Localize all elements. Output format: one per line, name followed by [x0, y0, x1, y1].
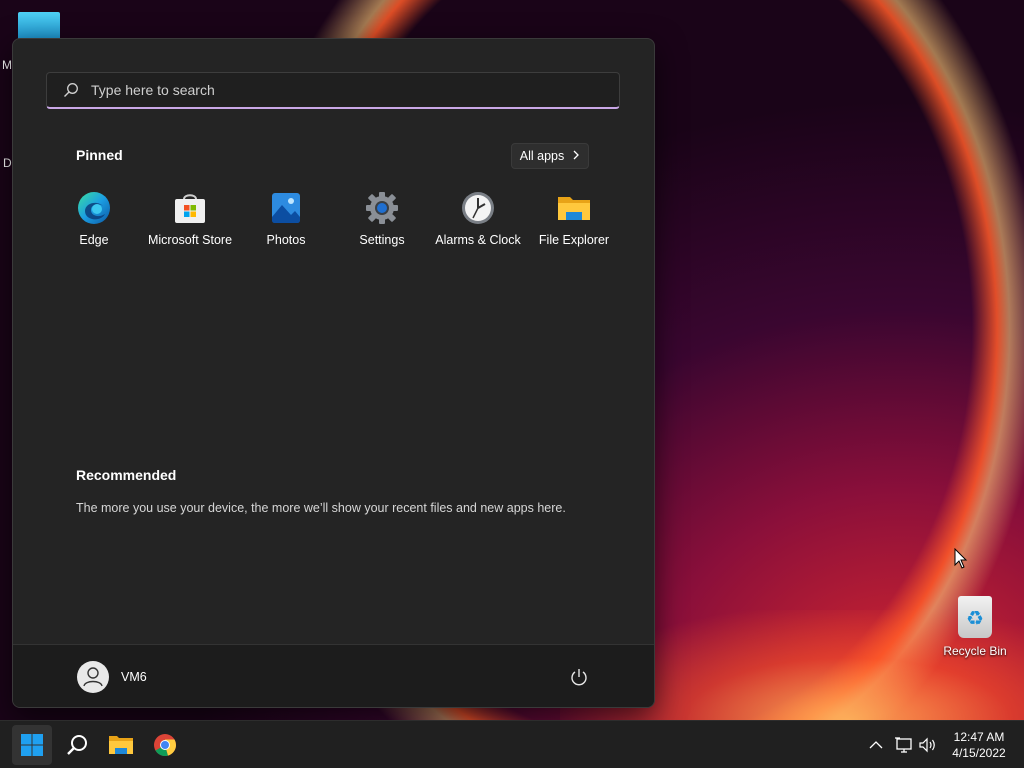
- search-icon: [67, 735, 87, 755]
- pinned-app-label: File Explorer: [538, 233, 610, 247]
- search-icon: [63, 82, 79, 98]
- pinned-app-label: Microsoft Store: [147, 233, 233, 247]
- user-name[interactable]: VM6: [121, 670, 147, 684]
- recycle-bin-shortcut[interactable]: Recycle Bin: [940, 596, 1010, 658]
- pinned-app-label: Settings: [359, 233, 405, 247]
- recycle-bin-label: Recycle Bin: [943, 644, 1007, 658]
- edge-icon: [77, 191, 111, 225]
- desktop-icon-partial[interactable]: [18, 12, 60, 40]
- start-button[interactable]: [12, 725, 52, 765]
- start-menu: Pinned All apps Edge: [12, 38, 655, 708]
- taskbar-chrome[interactable]: [145, 725, 185, 765]
- taskbar-clock[interactable]: 12:47 AM 4/15/2022: [940, 729, 1018, 761]
- all-apps-label: All apps: [519, 149, 565, 163]
- store-icon: [173, 191, 207, 225]
- all-apps-button[interactable]: All apps: [511, 143, 589, 169]
- pinned-app-label: Edge: [79, 233, 109, 247]
- mouse-cursor-icon: [954, 547, 968, 575]
- clock-date: 4/15/2022: [952, 746, 1006, 760]
- pinned-app-label: Alarms & Clock: [435, 233, 521, 247]
- start-menu-footer: VM6: [13, 644, 654, 707]
- network-button[interactable]: [894, 735, 914, 755]
- taskbar-search-button[interactable]: [57, 725, 97, 765]
- volume-button[interactable]: [918, 735, 938, 755]
- folder-icon: [109, 736, 133, 754]
- volume-icon: [919, 737, 935, 753]
- clock-time: 12:47 AM: [953, 730, 1005, 744]
- pinned-apps-grid: Edge Microsoft Store Photos Settings Ala…: [46, 189, 622, 259]
- pinned-app-file-explorer[interactable]: File Explorer: [526, 189, 622, 259]
- gear-icon: [365, 191, 399, 225]
- chrome-icon: [154, 734, 177, 757]
- desktop-icon-label-partial: M: [2, 58, 12, 72]
- pinned-app-edge[interactable]: Edge: [46, 189, 142, 259]
- user-icon: [83, 667, 103, 687]
- show-hidden-icons-button[interactable]: [866, 735, 886, 755]
- photos-icon: [269, 191, 303, 225]
- pinned-title: Pinned: [76, 147, 123, 163]
- chevron-up-icon: [869, 741, 883, 749]
- user-avatar[interactable]: [77, 661, 109, 693]
- power-icon: [571, 669, 587, 686]
- start-search-box[interactable]: [46, 72, 620, 109]
- folder-icon: [557, 191, 591, 225]
- pinned-app-microsoft-store[interactable]: Microsoft Store: [142, 189, 238, 259]
- taskbar: 12:47 AM 4/15/2022: [0, 720, 1024, 768]
- clock-icon: [461, 191, 495, 225]
- pinned-app-alarms-clock[interactable]: Alarms & Clock: [430, 189, 526, 259]
- pinned-app-label: Photos: [266, 233, 306, 247]
- windows-start-icon: [21, 734, 43, 756]
- taskbar-file-explorer[interactable]: [101, 725, 141, 765]
- chevron-right-icon: [572, 149, 580, 163]
- pinned-app-settings[interactable]: Settings: [334, 189, 430, 259]
- recommended-title: Recommended: [76, 467, 177, 483]
- pinned-app-photos[interactable]: Photos: [238, 189, 334, 259]
- search-input[interactable]: [89, 81, 619, 99]
- network-icon: [895, 737, 912, 753]
- recycle-bin-icon: [958, 596, 992, 638]
- power-button[interactable]: [569, 667, 589, 687]
- recommended-empty-text: The more you use your device, the more w…: [76, 501, 566, 515]
